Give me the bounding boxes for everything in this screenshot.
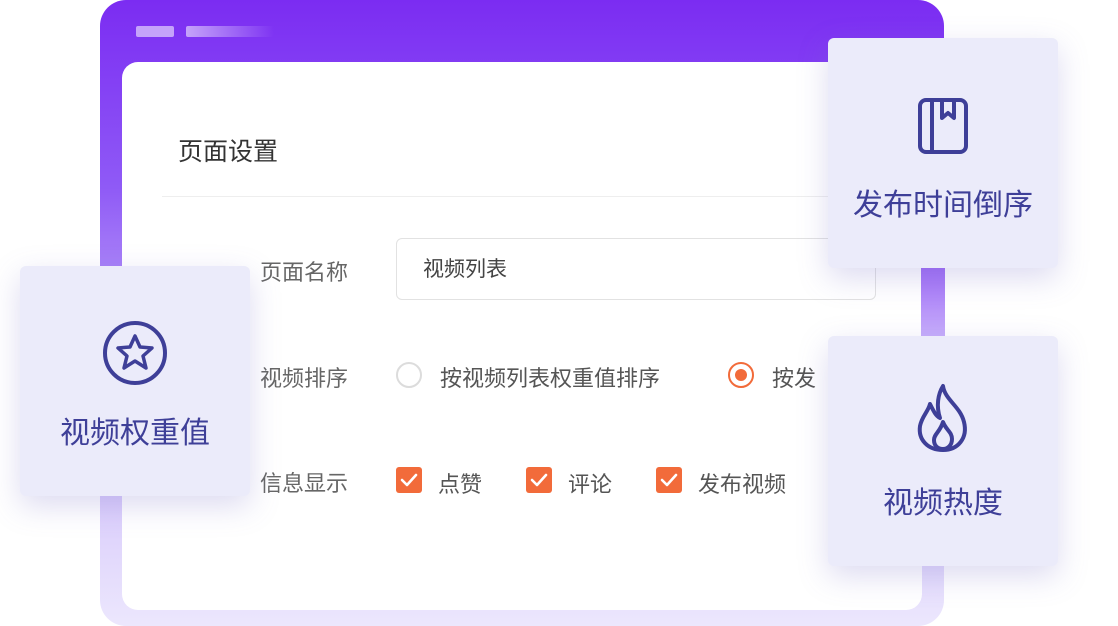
check-icon — [660, 473, 678, 487]
info-display-label: 信息显示 — [260, 472, 349, 497]
sort-by-weight-label[interactable]: 按视频列表权重值排序 — [440, 361, 660, 393]
flame-icon — [917, 384, 967, 452]
sort-by-publish-label[interactable]: 按发 — [772, 361, 816, 393]
video-heat-card: 视频热度 — [828, 336, 1058, 566]
likes-label[interactable]: 点赞 — [438, 467, 482, 499]
page-title: 页面设置 — [178, 137, 279, 166]
sort-by-weight-radio[interactable] — [396, 362, 422, 388]
window-title-placeholder — [136, 26, 274, 37]
publish-time-desc-card: 发布时间倒序 — [828, 38, 1058, 268]
comments-label[interactable]: 评论 — [568, 467, 612, 499]
publish-time-desc-card-label: 发布时间倒序 — [853, 188, 1033, 223]
sort-by-publish-radio[interactable] — [728, 362, 754, 388]
bookmark-book-icon — [918, 98, 968, 154]
likes-checkbox[interactable] — [396, 467, 422, 493]
page-name-input[interactable]: 视频列表 — [396, 238, 876, 300]
publish-video-label[interactable]: 发布视频 — [698, 467, 786, 499]
video-weight-card-label: 视频权重值 — [60, 416, 210, 451]
comments-checkbox[interactable] — [526, 467, 552, 493]
video-weight-card: 视频权重值 — [20, 266, 250, 496]
title-bar-dash — [136, 26, 174, 37]
card-connector — [921, 268, 945, 338]
publish-video-checkbox[interactable] — [656, 467, 682, 493]
check-icon — [530, 473, 548, 487]
page-name-label: 页面名称 — [260, 261, 349, 286]
video-sort-label: 视频排序 — [260, 367, 349, 392]
star-icon — [103, 321, 167, 385]
check-icon — [400, 473, 418, 487]
video-heat-card-label: 视频热度 — [883, 486, 1003, 521]
title-bar-dash — [186, 26, 274, 37]
divider — [162, 196, 902, 197]
